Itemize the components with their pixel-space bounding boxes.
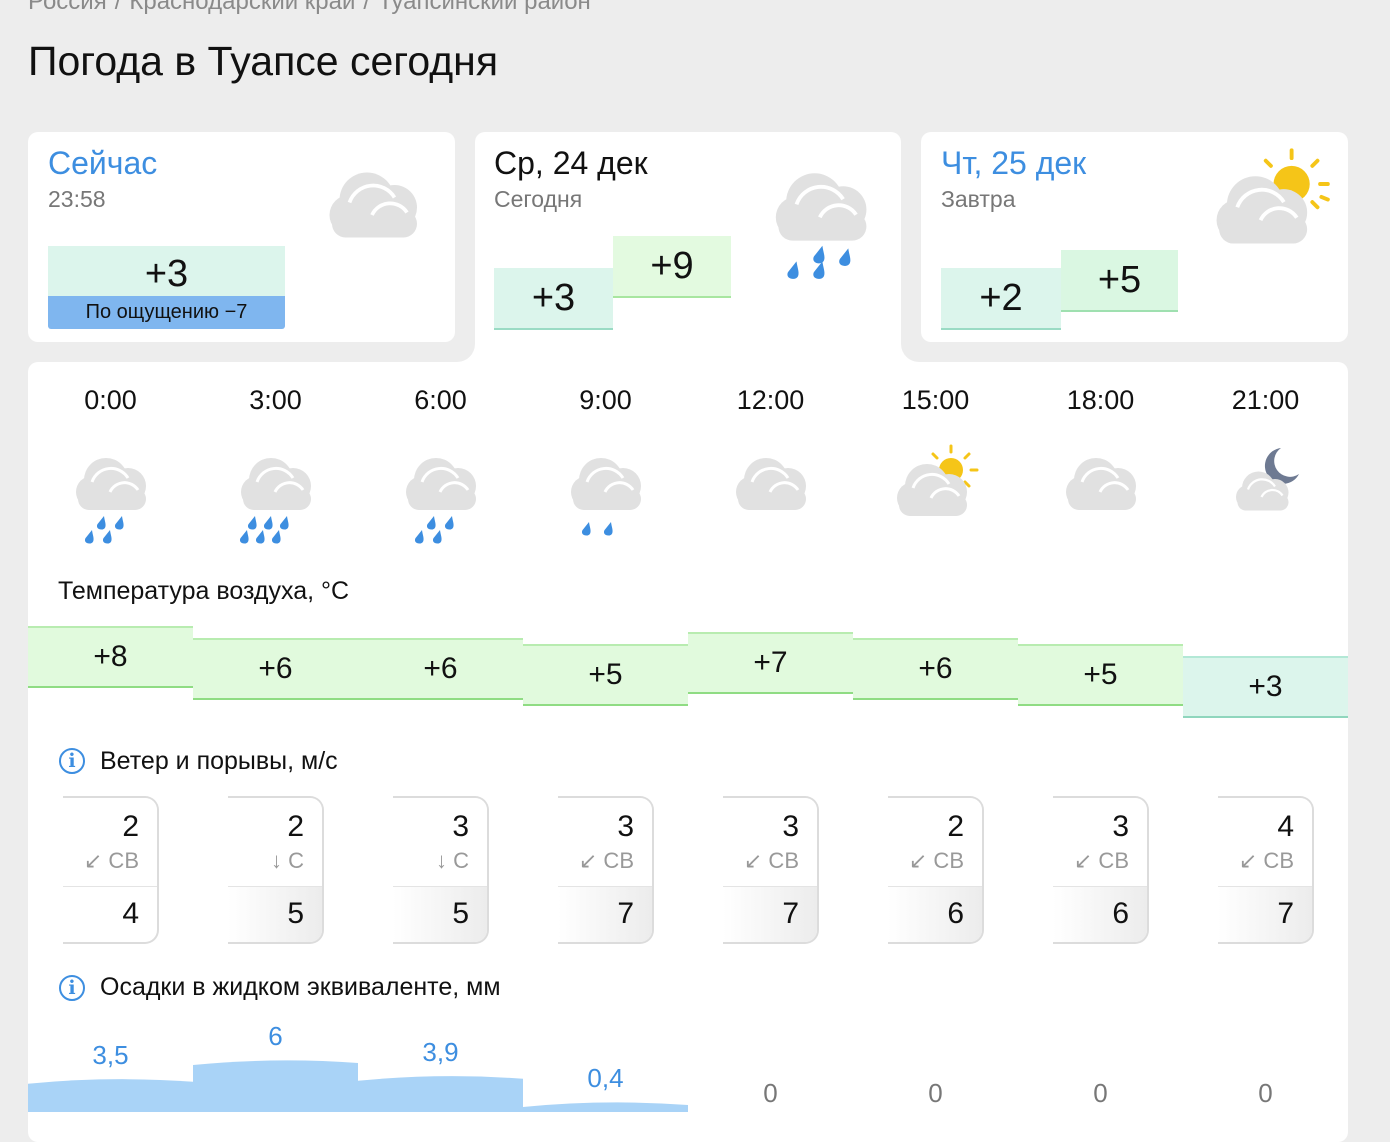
wind-cell: 2 ↙ СВ 4 — [63, 796, 159, 944]
wind-speed: 2 — [287, 810, 304, 843]
hour-temperature: +6 — [193, 638, 358, 700]
wind-speed: 3 — [1112, 810, 1129, 843]
hour-temperature: +6 — [358, 638, 523, 700]
wind-direction: ↙ СВ — [743, 848, 799, 873]
today-card-sub: Сегодня — [494, 186, 583, 212]
precipitation-value: 0 — [928, 1078, 943, 1108]
now-card-time: 23:58 — [48, 186, 106, 212]
hour-temperature: +3 — [1183, 656, 1348, 718]
precipitation-value: 3,9 — [422, 1036, 459, 1067]
wind-cell: 3 ↙ СВ 7 — [723, 796, 819, 944]
wind-gust: 6 — [1112, 897, 1129, 930]
hour-temperature: +5 — [1018, 644, 1183, 706]
tomorrow-temp-max: +5 — [1061, 250, 1178, 312]
hour-time-label: 3:00 — [249, 385, 302, 415]
feels-like: По ощущению −7 — [48, 296, 285, 329]
wind-gust: 7 — [617, 897, 634, 930]
info-icon[interactable]: i — [59, 748, 85, 774]
wind-speed: 4 — [1277, 810, 1294, 843]
wind-cell: 3 ↙ СВ 6 — [1053, 796, 1149, 944]
cloudy-icon — [327, 170, 419, 240]
rain-cloud-icon — [773, 171, 869, 281]
wind-speed: 2 — [947, 810, 964, 843]
hour-time-label: 6:00 — [414, 385, 467, 415]
today-card-title: Ср, 24 дек — [494, 145, 648, 181]
today-temp-min: +3 — [494, 268, 613, 330]
hour-temperature: +7 — [688, 632, 853, 694]
tomorrow-card-sub: Завтра — [941, 186, 1016, 212]
breadcrumb-link-country[interactable]: Россия — [28, 0, 107, 15]
precipitation-bar — [193, 1060, 358, 1112]
wind-speed: 3 — [782, 810, 799, 843]
wind-cell: 3 ↓ С 5 — [393, 796, 489, 944]
info-icon[interactable]: i — [59, 975, 85, 1001]
wind-direction: ↙ СВ — [1238, 848, 1294, 873]
wind-gust: 5 — [287, 897, 304, 930]
wind-speed: 3 — [452, 810, 469, 843]
partly-sunny-icon — [1214, 148, 1330, 246]
precipitation-value: 0,4 — [587, 1063, 624, 1093]
wind-direction: ↓ С — [436, 848, 469, 873]
precipitation-value: 6 — [268, 1021, 283, 1051]
wind-gust: 7 — [1277, 897, 1294, 930]
hour-time-label: 21:00 — [1231, 385, 1300, 415]
precipitation-section-title: Осадки в жидком эквиваленте, мм — [100, 973, 501, 1001]
moon-cloud-icon — [1234, 448, 1299, 512]
rain-icon — [74, 456, 148, 545]
wind-direction: ↙ СВ — [83, 848, 139, 873]
precipitation-value: 0 — [763, 1078, 778, 1108]
hour-temperature: +5 — [523, 644, 688, 706]
wind-direction: ↙ СВ — [1073, 848, 1129, 873]
wind-gust: 5 — [452, 897, 469, 930]
wind-direction: ↙ СВ — [578, 848, 634, 873]
precipitation-bar — [28, 1079, 193, 1112]
today-temp-max: +9 — [613, 236, 731, 298]
hour-temperature: +8 — [28, 626, 193, 688]
wind-speed: 3 — [617, 810, 634, 843]
wind-gust: 7 — [782, 897, 799, 930]
breadcrumb-link-district[interactable]: Туапсинский район — [378, 0, 591, 15]
precipitation-value: 0 — [1093, 1078, 1108, 1108]
wind-direction: ↙ СВ — [908, 848, 964, 873]
cloudy-icon — [734, 456, 808, 512]
page-title: Погода в Туапсе сегодня — [28, 38, 499, 84]
hour-time-label: 12:00 — [736, 385, 805, 415]
wind-cell: 3 ↙ СВ 7 — [558, 796, 654, 944]
precipitation-bar — [358, 1076, 523, 1112]
heavy-rain-icon — [239, 456, 313, 545]
wind-cell: 4 ↙ СВ 7 — [1218, 796, 1314, 944]
wind-speed: 2 — [122, 810, 139, 843]
now-card-title: Сейчас — [48, 145, 158, 181]
hour-time-label: 0:00 — [84, 385, 137, 415]
wind-section-title: Ветер и порывы, м/с — [100, 747, 338, 775]
rain-icon — [404, 456, 478, 545]
wind-cell: 2 ↙ СВ 6 — [888, 796, 984, 944]
hour-time-label: 18:00 — [1066, 385, 1135, 415]
wind-direction: ↓ С — [271, 848, 304, 873]
tomorrow-temp-min: +2 — [941, 268, 1061, 330]
light-rain-icon — [569, 456, 643, 537]
breadcrumb: Россия / Краснодарский край / Туапсинский ра… — [28, 0, 591, 16]
cloudy-icon — [1064, 456, 1138, 512]
hour-temperature: +6 — [853, 638, 1018, 700]
tomorrow-card-title: Чт, 25 дек — [941, 145, 1087, 181]
partly-sunny-icon — [895, 444, 979, 518]
wind-gust: 6 — [947, 897, 964, 930]
wind-gust: 4 — [122, 897, 139, 930]
breadcrumb-link-region[interactable]: Краснодарский край — [129, 0, 355, 15]
precipitation-bar — [523, 1102, 688, 1112]
wind-cell: 2 ↓ С 5 — [228, 796, 324, 944]
precipitation-value: 3,5 — [92, 1039, 129, 1070]
temperature-section-title: Температура воздуха, °C — [58, 577, 350, 605]
precipitation-value: 0 — [1258, 1078, 1273, 1108]
hour-time-label: 9:00 — [579, 385, 632, 415]
now-temp: +3 — [48, 246, 285, 298]
hour-time-label: 15:00 — [901, 385, 970, 415]
